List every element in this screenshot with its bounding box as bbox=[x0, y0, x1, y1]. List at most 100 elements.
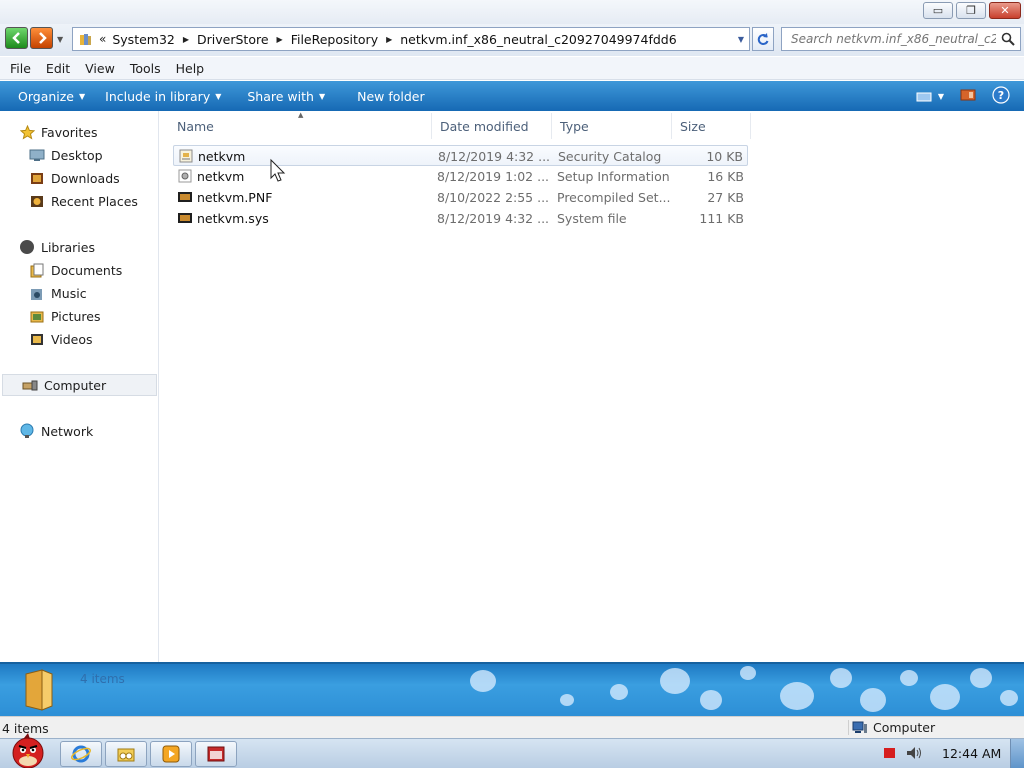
volume-icon[interactable] bbox=[905, 745, 923, 761]
nav-computer[interactable]: Computer bbox=[2, 374, 157, 396]
search-box[interactable] bbox=[781, 27, 1021, 51]
breadcrumb-driverstore[interactable]: DriverStore ▶ bbox=[197, 32, 291, 47]
file-date: 8/10/2022 2:55 ... bbox=[437, 190, 550, 205]
status-bar: 4 items Computer bbox=[0, 716, 1024, 738]
nav-label: Recent Places bbox=[51, 193, 138, 209]
nav-documents[interactable]: Documents bbox=[0, 259, 157, 281]
view-options-button[interactable]: ▼ bbox=[916, 90, 944, 104]
nav-libraries[interactable]: Libraries bbox=[0, 236, 157, 258]
chevron-down-icon: ▼ bbox=[318, 91, 326, 101]
breadcrumb-label[interactable]: DriverStore bbox=[197, 32, 269, 47]
file-list: Name ▲ Date modified Type Size netkvm 8/… bbox=[160, 111, 1024, 662]
recent-pages-dropdown[interactable]: ▼ bbox=[57, 35, 63, 44]
system-file-icon bbox=[177, 210, 193, 229]
taskbar-app[interactable] bbox=[195, 741, 237, 767]
file-row[interactable]: netkvm 8/12/2019 4:32 ... Security Catal… bbox=[173, 145, 748, 166]
view-icon bbox=[916, 92, 932, 101]
menu-tools[interactable]: Tools bbox=[130, 61, 161, 76]
file-date: 8/12/2019 1:02 ... bbox=[437, 169, 550, 184]
file-row[interactable]: netkvm 8/12/2019 1:02 ... Setup Informat… bbox=[173, 166, 748, 187]
breadcrumb-arrow-icon[interactable]: ▶ bbox=[277, 35, 283, 44]
overflow-chevron[interactable]: « bbox=[99, 32, 106, 46]
taskbar-internet-explorer[interactable] bbox=[60, 741, 102, 767]
chevron-down-icon[interactable]: ▼ bbox=[738, 35, 744, 44]
details-pane: 4 items bbox=[0, 662, 1024, 716]
column-label: Name bbox=[177, 118, 214, 134]
menu-file[interactable]: File bbox=[10, 61, 31, 76]
minimize-button[interactable]: ▭ bbox=[923, 2, 953, 19]
window-controls: ▭ ❐ ✕ bbox=[923, 2, 1021, 19]
arrow-right-icon bbox=[38, 32, 47, 44]
media-player-icon bbox=[162, 745, 180, 763]
file-date: 8/12/2019 4:32 ... bbox=[438, 149, 551, 164]
recent-places-icon bbox=[28, 193, 46, 209]
angry-bird-icon bbox=[12, 733, 44, 768]
breadcrumb-label[interactable]: FileRepository bbox=[291, 32, 378, 47]
column-header-date-modified[interactable]: Date modified bbox=[432, 113, 552, 139]
star-icon bbox=[18, 124, 36, 140]
preview-pane-button[interactable] bbox=[960, 88, 976, 105]
share-with-button[interactable]: Share with ▼ bbox=[247, 89, 325, 104]
nav-recent-places[interactable]: Recent Places bbox=[0, 190, 157, 212]
svg-text:?: ? bbox=[998, 89, 1004, 102]
show-desktop-button[interactable] bbox=[1010, 739, 1024, 768]
nav-label: Downloads bbox=[51, 170, 120, 186]
file-size: 16 KB bbox=[707, 169, 744, 184]
libraries-icon bbox=[18, 239, 36, 255]
menu-bar: File Edit View Tools Help bbox=[0, 57, 1024, 80]
breadcrumb-current-folder[interactable]: netkvm.inf_x86_neutral_c20927049974fdd6 bbox=[400, 32, 676, 47]
column-header-size[interactable]: Size bbox=[672, 113, 751, 139]
new-folder-button[interactable]: New folder bbox=[357, 89, 425, 104]
nav-videos[interactable]: Videos bbox=[0, 328, 157, 350]
downloads-icon bbox=[28, 170, 46, 186]
menu-edit[interactable]: Edit bbox=[46, 61, 70, 76]
breadcrumb-arrow-icon[interactable]: ▶ bbox=[386, 35, 392, 44]
include-in-library-button[interactable]: Include in library ▼ bbox=[105, 89, 221, 104]
nav-pictures[interactable]: Pictures bbox=[0, 305, 157, 327]
file-name: netkvm.PNF bbox=[197, 190, 273, 205]
taskbar-media-player[interactable] bbox=[150, 741, 192, 767]
nav-desktop[interactable]: Desktop bbox=[0, 144, 157, 166]
command-bar-right: ▼ ? bbox=[916, 86, 1010, 107]
share-with-label: Share with bbox=[247, 88, 314, 104]
nav-favorites[interactable]: Favorites bbox=[0, 121, 157, 143]
help-button[interactable]: ? bbox=[992, 86, 1010, 107]
breadcrumb-label[interactable]: System32 bbox=[112, 32, 175, 47]
nav-label: Network bbox=[41, 423, 94, 439]
nav-label: Computer bbox=[44, 377, 107, 393]
nav-label: Videos bbox=[51, 331, 93, 347]
search-input[interactable] bbox=[791, 32, 996, 46]
maximize-button[interactable]: ❐ bbox=[956, 2, 986, 19]
column-header-type[interactable]: Type bbox=[552, 113, 672, 139]
search-icon[interactable] bbox=[1001, 32, 1015, 49]
file-type: Precompiled Set... bbox=[557, 190, 671, 205]
start-button[interactable] bbox=[2, 731, 54, 768]
breadcrumb-label[interactable]: netkvm.inf_x86_neutral_c20927049974fdd6 bbox=[400, 32, 676, 47]
action-center-icon[interactable] bbox=[882, 746, 896, 760]
refresh-button[interactable] bbox=[752, 27, 774, 51]
navigation-pane: Favorites Desktop Downloads Recent Place… bbox=[0, 111, 159, 662]
nav-network[interactable]: Network bbox=[0, 420, 157, 442]
chevron-down-icon: ▼ bbox=[937, 92, 944, 101]
column-label: Size bbox=[680, 118, 706, 134]
organize-button[interactable]: Organize ▼ bbox=[18, 89, 85, 104]
clock[interactable]: 12:44 AM bbox=[942, 746, 1001, 761]
internet-explorer-icon bbox=[71, 745, 91, 763]
forward-button[interactable] bbox=[30, 27, 53, 49]
menu-view[interactable]: View bbox=[85, 61, 115, 76]
file-row[interactable]: netkvm.sys 8/12/2019 4:32 ... System fil… bbox=[173, 208, 748, 229]
breadcrumb-arrow-icon[interactable]: ▶ bbox=[183, 35, 189, 44]
breadcrumb-system32[interactable]: System32 ▶ bbox=[112, 32, 197, 47]
mouse-cursor-icon bbox=[270, 158, 286, 182]
menu-help[interactable]: Help bbox=[176, 61, 205, 76]
music-icon bbox=[28, 285, 46, 301]
back-button[interactable] bbox=[5, 27, 28, 49]
address-bar[interactable]: « System32 ▶ DriverStore ▶ FileRepository ▶… bbox=[72, 27, 750, 51]
close-button[interactable]: ✕ bbox=[989, 2, 1021, 19]
nav-music[interactable]: Music bbox=[0, 282, 157, 304]
folder-icon bbox=[77, 31, 95, 47]
nav-downloads[interactable]: Downloads bbox=[0, 167, 157, 189]
breadcrumb-filerepository[interactable]: FileRepository ▶ bbox=[291, 32, 401, 47]
file-row[interactable]: netkvm.PNF 8/10/2022 2:55 ... Precompile… bbox=[173, 187, 748, 208]
taskbar-windows-explorer[interactable] bbox=[105, 741, 147, 767]
